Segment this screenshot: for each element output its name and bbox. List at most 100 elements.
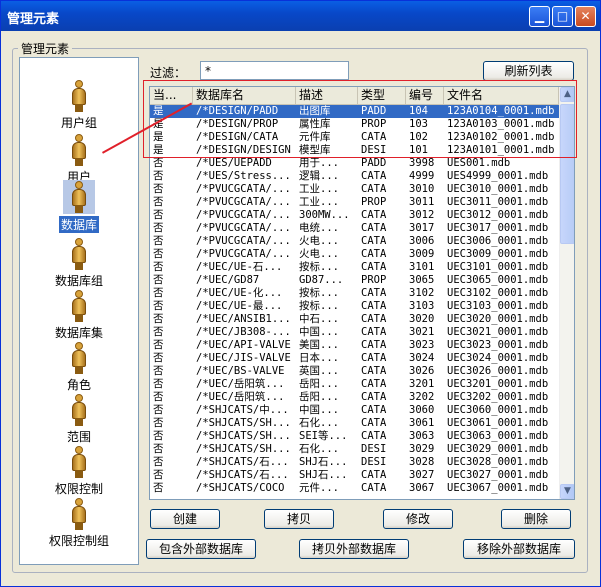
table-cell: 按标... bbox=[299, 287, 339, 299]
table-row[interactable]: 否 /*SHJCATS/SH... 石化... CATA 3061 UEC3061_000… bbox=[150, 417, 559, 430]
table-cell: 中石... bbox=[299, 313, 339, 325]
table-row[interactable]: 否 /*PVUCGCATA/... 火电... CATA 3006 UEC3006_000… bbox=[150, 235, 559, 248]
close-icon[interactable]: ✕ bbox=[575, 6, 596, 27]
copy-external-database-button[interactable]: 拷贝外部数据库 bbox=[299, 539, 409, 559]
table-row[interactable]: 否 /*SHJCATS/SH... 石化... DESI 3029 UEC3029_000… bbox=[150, 443, 559, 456]
table-row[interactable]: 否 /*UEC/岳阳筑... 岳阳... CATA 3202 UEC3202_0001.m… bbox=[150, 391, 559, 404]
nav-item-0[interactable]: 用户组 bbox=[20, 80, 138, 131]
table-cell: 岳阳... bbox=[299, 378, 339, 390]
table-cell: UEC3065_0001.mdb bbox=[447, 274, 549, 286]
table-row[interactable]: 否 /*UES/Stress... 逻辑... CATA 4999 UES4999_000… bbox=[150, 170, 559, 183]
table-cell: /*SHJCATS/SH... bbox=[196, 443, 291, 455]
table-cell: 3010 bbox=[409, 183, 435, 195]
table-row[interactable]: 否 /*PVUCGCATA/... 工业... CATA 3010 UEC3010_000… bbox=[150, 183, 559, 196]
table-row[interactable]: 否 /*UEC/API-VALVE 美国... CATA 3023 UEC3023_000… bbox=[150, 339, 559, 352]
element-type-list: 用户组 用户 数据库 数据库组 数据库集 角色 范围 权限控制 权限控制组 bbox=[19, 57, 139, 565]
table-row[interactable]: 否 /*SHJCATS/石... SHJ石... DESI 3028 UEC3028_00… bbox=[150, 456, 559, 469]
nav-item-5[interactable]: 角色 bbox=[20, 342, 138, 393]
group-label: 管理元素 bbox=[18, 40, 73, 57]
table-cell: 中国... bbox=[299, 326, 339, 338]
minimize-icon[interactable]: ▁ bbox=[529, 6, 550, 27]
table-cell: 岳阳... bbox=[299, 391, 339, 403]
person-icon bbox=[72, 134, 86, 166]
table-cell: 否 bbox=[153, 469, 164, 481]
nav-item-4[interactable]: 数据库集 bbox=[20, 290, 138, 341]
table-cell: /*UES/UEPADD bbox=[196, 157, 272, 169]
table-cell: CATA bbox=[361, 222, 387, 234]
table-cell: CATA bbox=[361, 365, 387, 377]
table-row[interactable]: 否 /*PVUCGCATA/... 火电... CATA 3009 UEC3009_000… bbox=[150, 248, 559, 261]
table-cell: CATA bbox=[361, 391, 387, 403]
table-row[interactable]: 否 /*UEC/UE-最... 按标... CATA 3103 UEC3103_0001.… bbox=[150, 300, 559, 313]
table-cell: 否 bbox=[153, 300, 164, 312]
nav-item-6[interactable]: 范围 bbox=[20, 394, 138, 445]
table-row[interactable]: 否 /*UEC/岳阳筑... 岳阳... CATA 3201 UEC3201_0001.m… bbox=[150, 378, 559, 391]
maximize-icon[interactable]: □ bbox=[552, 6, 573, 27]
table-cell: /*UEC/UE-最... bbox=[196, 300, 283, 312]
table-cell: UEC3012_0001.mdb bbox=[447, 209, 549, 221]
nav-item-8[interactable]: 权限控制组 bbox=[20, 498, 138, 549]
table-row[interactable]: 否 /*SHJCATS/SH... SEI等... CATA 3063 UEC3063_0… bbox=[150, 430, 559, 443]
table-cell: 否 bbox=[153, 274, 164, 286]
table-cell: 3067 bbox=[409, 482, 435, 494]
filter-input[interactable] bbox=[200, 61, 349, 80]
table-cell: 按标... bbox=[299, 300, 339, 312]
delete-button[interactable]: 删除 bbox=[501, 509, 571, 529]
modify-button[interactable]: 修改 bbox=[383, 509, 453, 529]
table-cell: /*UEC/UE-石... bbox=[196, 261, 283, 273]
nav-item-7[interactable]: 权限控制 bbox=[20, 446, 138, 497]
refresh-list-button[interactable]: 刷新列表 bbox=[483, 61, 574, 81]
table-cell: UEC3009_0001.mdb bbox=[447, 248, 549, 260]
table-cell: /*SHJCATS/中... bbox=[196, 404, 289, 416]
table-row[interactable]: 否 /*SHJCATS/中... 中国... CATA 3060 UEC3060_0001… bbox=[150, 404, 559, 417]
table-row[interactable]: 否 /*UES/UEPADD 用于... PADD 3998 UES001.mdb bbox=[150, 157, 559, 170]
table-row[interactable]: 否 /*SHJCATS/COCO 元件... CATA 3067 UEC3067_0001… bbox=[150, 482, 559, 495]
table-cell: 3028 bbox=[409, 456, 435, 468]
create-button[interactable]: 创建 bbox=[150, 509, 220, 529]
table-body: 是/*DESIGN/PADD 出图库 PADD 104 123A0104_0001.md… bbox=[150, 105, 559, 495]
table-cell: UEC3103_0001.mdb bbox=[447, 300, 549, 312]
table-cell: 石化... bbox=[299, 443, 339, 455]
nav-item-label: 数据库 bbox=[58, 216, 99, 233]
table-cell: 否 bbox=[153, 352, 164, 364]
table-cell: 日本... bbox=[299, 352, 339, 364]
table-cell: CATA bbox=[361, 209, 387, 221]
table-row[interactable]: 否 /*PVUCGCATA/... 工业... PROP 3011 UEC3011_000… bbox=[150, 196, 559, 209]
table-cell: 300MW... bbox=[299, 209, 350, 221]
table-cell: 逻辑... bbox=[299, 170, 339, 182]
table-row[interactable]: 否 /*UEC/GD87 GD87... PROP 3065 UEC3065_0001.m… bbox=[150, 274, 559, 287]
include-external-database-button[interactable]: 包含外部数据库 bbox=[146, 539, 256, 559]
table-cell: 3102 bbox=[409, 287, 435, 299]
table-row[interactable]: 否 /*UEC/JIS-VALVE 日本... CATA 3024 UEC3024_000… bbox=[150, 352, 559, 365]
table-cell: CATA bbox=[361, 352, 387, 364]
remove-external-database-button[interactable]: 移除外部数据库 bbox=[463, 539, 575, 559]
table-cell: UEC3020_0001.mdb bbox=[447, 313, 549, 325]
table-cell: UEC3029_0001.mdb bbox=[447, 443, 549, 455]
table-row[interactable]: 否 /*PVUCGCATA/... 300MW... CATA 3012 UEC3012_… bbox=[150, 209, 559, 222]
table-row[interactable]: 否 /*PVUCGCATA/... 电统... CATA 3017 UEC3017_000… bbox=[150, 222, 559, 235]
table-cell: UEC3024_0001.mdb bbox=[447, 352, 549, 364]
nav-item-2[interactable]: 数据库 bbox=[20, 180, 138, 233]
table-cell: 否 bbox=[153, 443, 164, 455]
scroll-down-icon[interactable]: ▼ bbox=[560, 484, 574, 499]
nav-item-label: 用户组 bbox=[60, 116, 97, 130]
table-cell: 中国... bbox=[299, 404, 339, 416]
table-row[interactable]: 否 /*UEC/UE-石... 按标... CATA 3101 UEC3101_0001.… bbox=[150, 261, 559, 274]
table-cell: /*UEC/JIS-VALVE bbox=[196, 352, 291, 364]
table-cell: /*SHJCATS/COCO bbox=[196, 482, 285, 494]
nav-item-3[interactable]: 数据库组 bbox=[20, 238, 138, 289]
title-bar[interactable]: 管理元素 ▁ □ ✕ bbox=[1, 1, 600, 31]
table-row[interactable]: 否 /*UEC/JB308-... 中国... CATA 3021 UEC3021_000… bbox=[150, 326, 559, 339]
copy-button[interactable]: 拷贝 bbox=[264, 509, 334, 529]
table-cell: 3012 bbox=[409, 209, 435, 221]
table-row[interactable]: 否 /*SHJCATS/石... SHJ石... CATA 3027 UEC3027_00… bbox=[150, 469, 559, 482]
table-cell: /*UEC/API-VALVE bbox=[196, 339, 291, 351]
table-cell: 否 bbox=[153, 326, 164, 338]
table-row[interactable]: 否 /*UEC/ANSIB1... 中石... CATA 3020 UEC3020_000… bbox=[150, 313, 559, 326]
table-cell: 3063 bbox=[409, 430, 435, 442]
nav-item-label: 数据库集 bbox=[54, 326, 103, 340]
nav-item-label: 角色 bbox=[66, 378, 91, 392]
table-row[interactable]: 否 /*UEC/BS-VALVE 英国... CATA 3026 UEC3026_0001… bbox=[150, 365, 559, 378]
table-row[interactable]: 否 /*UEC/UE-化... 按标... CATA 3102 UEC3102_0001.… bbox=[150, 287, 559, 300]
table-cell: 美国... bbox=[299, 339, 339, 351]
